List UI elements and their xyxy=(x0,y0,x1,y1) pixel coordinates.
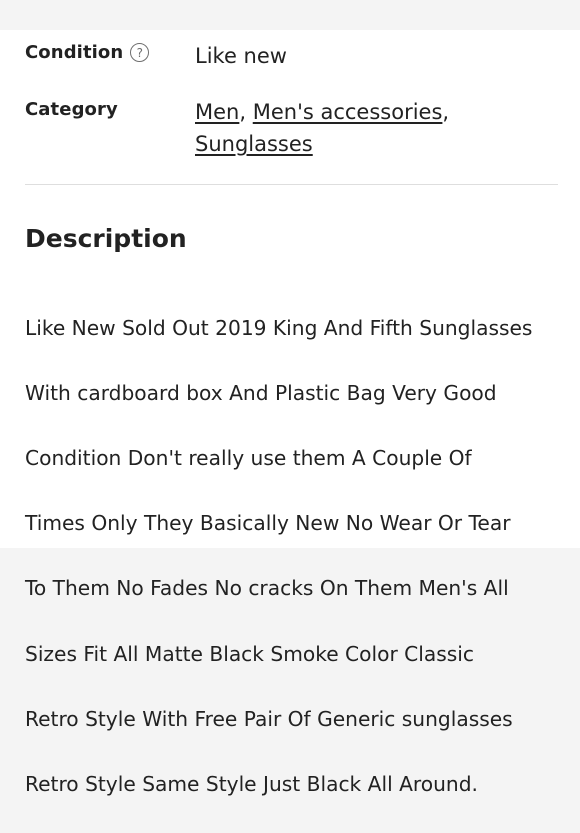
category-separator: , xyxy=(239,100,247,124)
description-line: Times Only They Basically New No Wear Or… xyxy=(25,511,511,536)
condition-value: Like new xyxy=(195,44,287,68)
description-line: Condition Don't really use them A Couple… xyxy=(25,445,472,470)
condition-label: Condition xyxy=(25,42,124,63)
description-line: Sizes Fit All Matte Black Smoke Color Cl… xyxy=(25,641,474,666)
section-divider xyxy=(25,184,558,185)
category-link-men[interactable]: Men xyxy=(195,100,239,124)
category-separator: , xyxy=(442,100,450,124)
description-line: Retro Style With Free Pair Of Generic su… xyxy=(25,706,513,731)
question-circle-icon[interactable]: ? xyxy=(130,43,150,62)
description-line: Like New Sold Out 2019 King And Fifth Su… xyxy=(25,315,533,340)
description-heading: Description xyxy=(25,224,187,253)
category-link-sunglasses[interactable]: Sunglasses xyxy=(195,132,313,156)
category-link-mens-accessories[interactable]: Men's accessories xyxy=(253,100,443,124)
description-body: Like New Sold Out 2019 King And Fifth Su… xyxy=(25,279,570,833)
category-label: Category xyxy=(25,99,118,120)
condition-label-wrap: Condition ? xyxy=(25,42,150,63)
description-line: To Them No Fades No cracks On Them Men's… xyxy=(25,576,509,601)
description-line: Retro Style Same Style Just Black All Ar… xyxy=(25,771,478,796)
listing-details-card: Condition ? Like new Category Men, Men's… xyxy=(0,30,580,796)
description-line: With cardboard box And Plastic Bag Very … xyxy=(25,380,497,405)
category-links: Men, Men's accessories, Sunglasses xyxy=(195,96,449,160)
